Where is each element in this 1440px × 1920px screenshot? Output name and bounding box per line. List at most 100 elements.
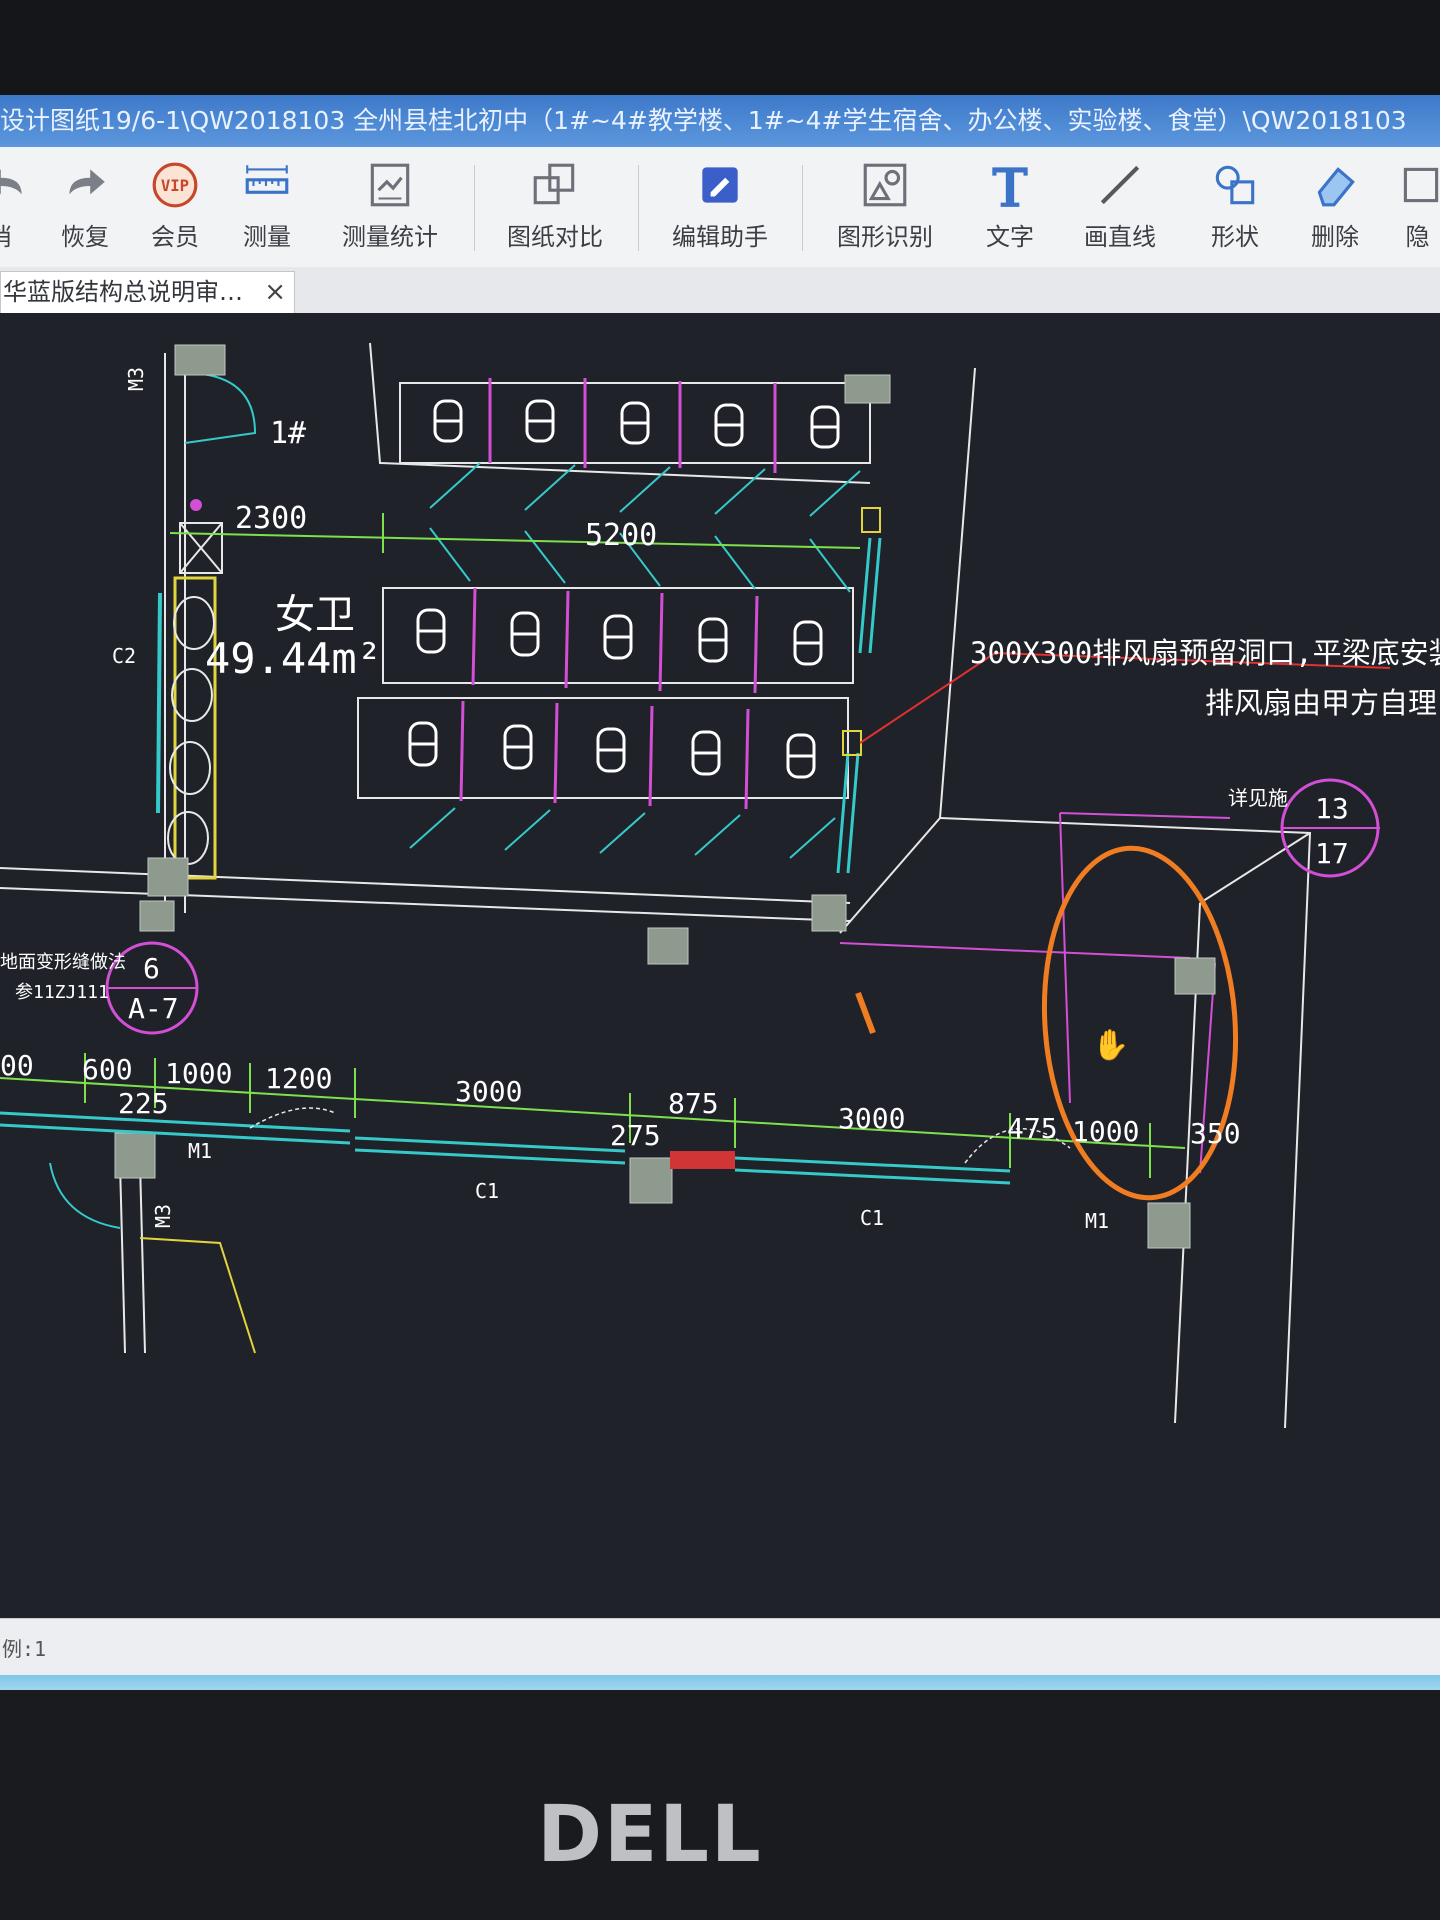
shape-button[interactable]: 形状 <box>1195 147 1275 267</box>
close-icon[interactable]: × <box>264 272 286 312</box>
redo-button[interactable]: 恢复 <box>50 147 120 267</box>
vip-icon: VIP <box>152 162 198 208</box>
dim-bottom-7: 475 <box>1007 1112 1058 1145</box>
door-m3-label-b: M3 <box>151 1204 175 1228</box>
draw-line-label: 画直线 <box>1084 223 1156 251</box>
wall-lower-left-inner <box>139 1162 146 1354</box>
hide-label: 隐 <box>1405 223 1430 251</box>
wall-corridor-top-inner <box>0 887 851 922</box>
dim-bottom-0: 00 <box>0 1049 34 1082</box>
undo-icon <box>0 169 22 195</box>
dim-225: 225 <box>118 1087 169 1120</box>
measure-button[interactable]: 测量 <box>232 147 302 267</box>
cad-drawing: ✋ 1# M3 2300 5200 女卫 49.44m² C2 300X300排… <box>0 342 1440 1429</box>
stall-row-bottom <box>357 697 849 859</box>
draw-line-button[interactable]: 画直线 <box>1070 147 1170 267</box>
stall-row-top <box>399 378 871 517</box>
undo-label: 消 <box>0 217 20 252</box>
dim-bottom-2: 1000 <box>165 1057 232 1090</box>
hide-button[interactable]: 隐 <box>1395 147 1440 267</box>
note-line-1: 300X300排风扇预留洞口,平梁底安装 <box>970 636 1440 670</box>
shape-recognition-button[interactable]: 图形识别 <box>820 147 950 267</box>
redo-icon <box>69 169 105 195</box>
vip-label: 会员 <box>151 223 199 251</box>
dim-bottom-3: 1200 <box>265 1062 332 1095</box>
monitor-bezel-top <box>0 0 1440 95</box>
fan-opening-upper <box>861 507 881 533</box>
shape-label: 形状 <box>1211 223 1259 251</box>
stair-outline <box>139 1237 256 1354</box>
side-label-left: C2 <box>112 644 136 668</box>
redo-label: 恢复 <box>61 223 109 251</box>
edit-assistant-button[interactable]: 编辑助手 <box>655 147 785 267</box>
compare-button[interactable]: 图纸对比 <box>490 147 620 267</box>
dim-5200: 5200 <box>585 518 657 553</box>
dim-bottom-5: 875 <box>668 1087 719 1120</box>
hand-cursor-icon: ✋ <box>1092 1027 1129 1063</box>
svg-text:VIP: VIP <box>161 177 189 195</box>
wall-right-outer <box>939 367 976 819</box>
fan-opening-lower <box>842 730 862 756</box>
tab-bar: 华蓝版结构总说明审… × <box>0 267 1440 314</box>
ref-top-number: 6 <box>143 952 160 985</box>
tab-label: 华蓝版结构总说明审… <box>3 278 243 306</box>
text-label: 文字 <box>986 223 1034 251</box>
room-outline-detail <box>1059 812 1231 819</box>
dim-2300: 2300 <box>235 501 307 536</box>
wall-lower-left <box>119 1162 126 1354</box>
drawing-canvas[interactable]: ✋ 1# M3 2300 5200 女卫 49.44m² C2 300X300排… <box>0 313 1440 1618</box>
window-right-upper <box>858 537 882 654</box>
window-c1-b: C1 <box>860 1206 884 1230</box>
window-title: 设计图纸19/6-1\QW2018103 全州县桂北初中（1#~4#教学楼、1#… <box>0 95 1440 147</box>
ref-label-1: 地面变形缝做法 <box>0 952 126 973</box>
edit-assistant-icon <box>702 167 738 203</box>
vanity <box>156 499 223 880</box>
text-button[interactable]: 文字 <box>970 147 1050 267</box>
window-c1-a: C1 <box>475 1179 499 1203</box>
door-m3-swing <box>184 372 257 444</box>
delete-button[interactable]: 删除 <box>1295 147 1375 267</box>
undo-button[interactable]: 消 <box>0 147 22 267</box>
edit-assistant-label: 编辑助手 <box>672 223 768 251</box>
wall-corridor-top <box>0 867 851 904</box>
eraser-icon <box>1317 167 1355 207</box>
ref-bottom-label: A-7 <box>128 992 179 1025</box>
dim-bottom-8: 1000 <box>1072 1115 1139 1148</box>
door-m1-b: M1 <box>1085 1209 1109 1233</box>
toolbar-separator <box>638 165 639 251</box>
tab-structure-notes[interactable]: 华蓝版结构总说明审… × <box>0 271 295 313</box>
pen-mark <box>855 991 876 1035</box>
red-marker <box>670 1151 735 1169</box>
delete-label: 删除 <box>1311 223 1359 251</box>
door-m3-label: M3 <box>124 367 148 391</box>
room-area: 49.44m² <box>205 634 382 683</box>
dim-ticks-bottom <box>84 1053 1151 1178</box>
wall-stair-diagonal <box>839 817 941 934</box>
detail-bottom-number: 17 <box>1315 837 1349 870</box>
vip-button[interactable]: VIP 会员 <box>140 147 210 267</box>
room-name: 女卫 <box>275 592 355 638</box>
dim-bottom-6: 3000 <box>838 1102 905 1135</box>
room-outline-top <box>839 942 1191 959</box>
room-number: 1# <box>270 416 306 451</box>
dim-275: 275 <box>610 1119 661 1152</box>
shape-icon <box>1215 165 1255 205</box>
dim-bottom-4: 3000 <box>455 1075 522 1108</box>
dim-bottom-9: 350 <box>1190 1117 1241 1150</box>
compare-icon <box>533 163 575 205</box>
measure-stats-button[interactable]: 测量统计 <box>330 147 450 267</box>
window-right-lower <box>836 752 860 874</box>
measure-stats-icon <box>370 163 410 207</box>
app-window: 设计图纸19/6-1\QW2018103 全州县桂北初中（1#~4#教学楼、1#… <box>0 95 1440 1690</box>
measure-label: 测量 <box>243 223 291 251</box>
ruler-icon <box>245 165 289 194</box>
room-outline-left <box>1059 812 1071 1104</box>
line-icon <box>1100 165 1140 205</box>
note-line-2: 排风扇由甲方自理 <box>1205 686 1437 720</box>
dim-bottom-1: 600 <box>82 1053 133 1086</box>
measure-stats-label: 测量统计 <box>342 223 438 251</box>
toolbar-separator <box>474 165 475 251</box>
toolbar: 消 恢复 VIP 会员 测量 测量统计 图纸对比 编辑助手 <box>0 147 1440 268</box>
detail-top-number: 13 <box>1315 792 1349 825</box>
scale-readout: 例:1 <box>2 1637 47 1661</box>
